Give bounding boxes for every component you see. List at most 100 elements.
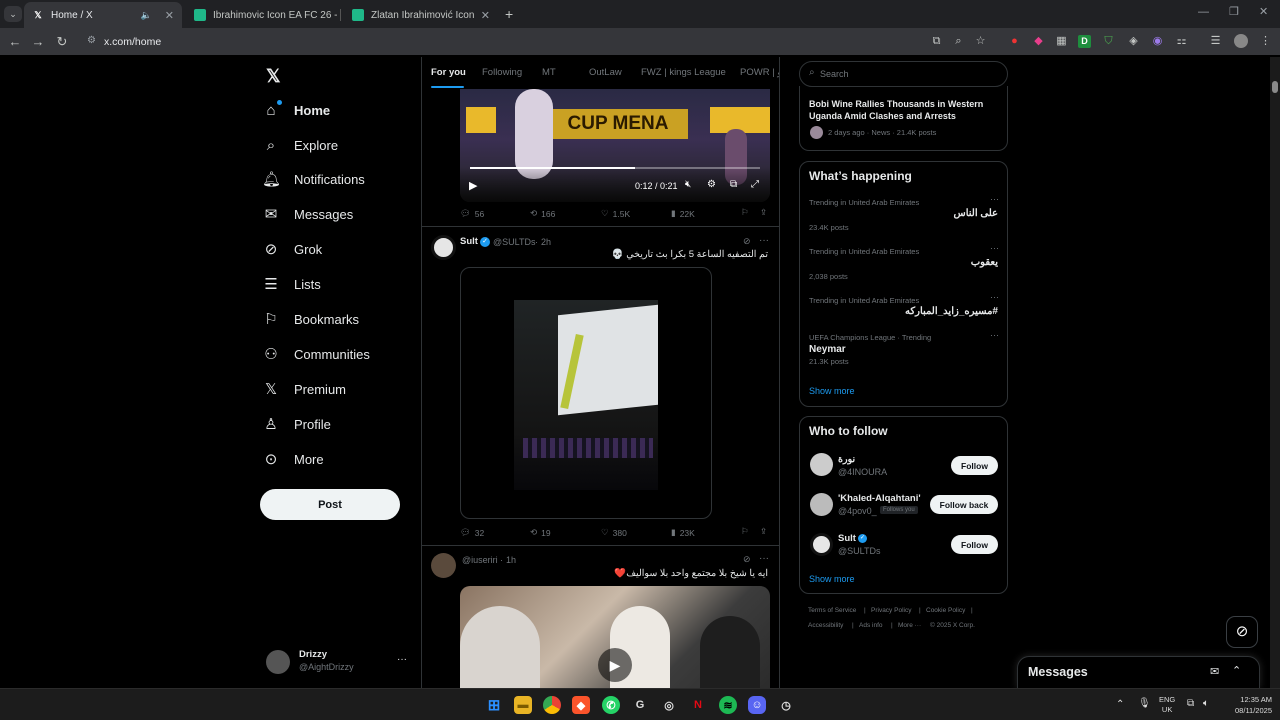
file-explorer-icon[interactable]: ▬ (514, 696, 532, 714)
footer-link[interactable]: Privacy Policy (871, 607, 911, 614)
tab-search-button[interactable]: ⌄ (4, 6, 22, 22)
footer-link[interactable]: Accessibility (808, 622, 843, 629)
like-button[interactable]: ♡ 1.5K (601, 208, 630, 219)
more-dots-icon[interactable]: ··· (990, 330, 999, 340)
brave-icon[interactable]: ◆ (572, 696, 590, 714)
post-video[interactable]: ▶ (460, 586, 770, 688)
author-handle[interactable]: @iuseriri (462, 555, 498, 565)
whatsapp-icon[interactable]: ✆ (602, 696, 620, 714)
footer-link[interactable]: Cookie Policy (926, 607, 965, 614)
settings-icon[interactable]: ⚙ (707, 179, 716, 190)
author-name[interactable]: Sult (460, 236, 478, 247)
tab-mt[interactable]: MT (542, 67, 556, 78)
more-dots-icon[interactable]: ··· (990, 243, 999, 253)
post-video[interactable] (460, 267, 712, 519)
footer-link[interactable]: Ads info (859, 622, 883, 629)
search-box[interactable]: ⌕ Search (799, 61, 1008, 87)
network-icon[interactable]: ⧉ (1187, 698, 1194, 709)
more-dots-icon[interactable]: ··· (759, 235, 769, 246)
new-tab-icon[interactable]: + (505, 6, 513, 22)
reading-list-icon[interactable]: ☰ (1209, 35, 1222, 48)
more-dots-icon[interactable]: ··· (759, 553, 769, 564)
extensions-puzzle-icon[interactable]: ⚏ (1175, 35, 1188, 48)
reply-button[interactable]: 💬︎ 32 (460, 527, 484, 538)
close-tab-icon[interactable]: ✕ (165, 9, 174, 22)
close-window-icon[interactable]: ✕ (1259, 5, 1268, 18)
netflix-icon[interactable]: N (689, 696, 707, 714)
messages-drawer[interactable]: Messages ✉ ⌃ (1017, 656, 1260, 688)
avatar[interactable] (431, 235, 456, 260)
like-button[interactable]: ♡ 380 (601, 527, 627, 538)
extension-eye-icon[interactable]: ◉ (1151, 35, 1164, 48)
extension-pink-icon[interactable]: ◆ (1032, 35, 1045, 48)
trend-item[interactable]: Trending in United Arab Emirates ··· على… (800, 194, 1007, 240)
post-time[interactable]: 1h (506, 555, 516, 565)
more-dots-icon[interactable]: ··· (990, 194, 999, 204)
author-handle[interactable]: @SULTDs (493, 237, 535, 247)
extension-d-icon[interactable]: D (1078, 35, 1091, 48)
expand-icon[interactable]: ⌃ (1232, 664, 1241, 677)
post-time[interactable]: 2h (541, 237, 551, 247)
spotify-icon[interactable]: ≋ (719, 696, 737, 714)
tab-following[interactable]: Following (482, 67, 522, 78)
account-switcher[interactable]: Drizzy @AightDrizzy ··· (266, 648, 412, 676)
pip-icon[interactable]: ⧉ (730, 179, 737, 190)
tab-for-you[interactable]: For you (431, 67, 466, 78)
sidebar-item-premium[interactable]: 𝕏 Premium (262, 372, 346, 406)
tab-futbin-2[interactable]: Zlatan Ibrahimović Icon EA FC 2 ✕ (344, 2, 498, 28)
views-button[interactable]: ▮ 22K (671, 208, 695, 219)
sidebar-item-communities[interactable]: ⚇ Communities (262, 337, 370, 371)
trend-item[interactable]: Trending in United Arab Emirates ··· #مس… (800, 292, 1007, 328)
avatar[interactable] (431, 553, 456, 578)
site-info-icon[interactable]: ⚙ (87, 35, 96, 46)
post-button[interactable]: Post (260, 489, 400, 520)
app-clock-icon[interactable]: ◷ (777, 696, 795, 714)
trend-item[interactable]: UEFA Champions League · Trending ··· Ney… (800, 330, 1007, 370)
clock[interactable]: 12:35 AM 08/11/2025 (1222, 694, 1272, 716)
chrome-icon[interactable] (543, 696, 561, 714)
install-app-icon[interactable]: ⧉ (930, 35, 943, 48)
video-progress-track[interactable] (470, 167, 760, 169)
tab-fwz[interactable]: FWZ | kings League (641, 67, 726, 78)
scrollbar-thumb[interactable] (1272, 81, 1278, 93)
tab-outlaw[interactable]: OutLaw (589, 67, 622, 78)
play-icon[interactable]: ▶ (469, 179, 477, 192)
fullscreen-icon[interactable]: ⤢ (751, 179, 759, 190)
tray-overflow-icon[interactable]: ⌃ (1116, 699, 1124, 710)
tab-home[interactable]: 𝕏 Home / X 🔈 ✕ (24, 2, 182, 28)
profile-avatar-icon[interactable] (1234, 34, 1248, 48)
sidebar-item-notifications[interactable]: 🔔︎ Notifications (262, 162, 365, 196)
x-logo-icon[interactable]: 𝕏 (266, 66, 281, 87)
page-scrollbar[interactable] (1270, 57, 1280, 688)
minimize-icon[interactable]: — (1198, 6, 1209, 18)
footer-link[interactable]: More ··· (898, 622, 921, 629)
video-player[interactable]: CUP MENA ▶ 0:12 / 0:21 🔇︎ ⚙ ⧉ ⤢ (460, 89, 770, 202)
account-name[interactable]: Sult (838, 533, 856, 544)
show-more-link[interactable]: Show more (809, 574, 855, 584)
volume-icon[interactable]: 🔈︎ (1203, 698, 1209, 709)
trend-item[interactable]: Trending in United Arab Emirates ··· يعق… (800, 243, 1007, 289)
forward-icon[interactable]: → (30, 34, 46, 49)
zoom-icon[interactable]: ⌕ (952, 35, 965, 48)
show-more-link[interactable]: Show more (809, 386, 855, 396)
follow-button[interactable]: Follow (951, 456, 998, 475)
extension-shield-icon[interactable]: ⛉ (1102, 35, 1115, 48)
reload-icon[interactable]: ↻ (54, 34, 70, 50)
speaker-icon[interactable]: 🔈 (141, 10, 152, 21)
avatar[interactable] (810, 533, 833, 556)
repost-button[interactable]: ⟲ 19 (530, 527, 551, 538)
extension-diamond-icon[interactable]: ◈ (1127, 35, 1140, 48)
share-icon[interactable]: ⇪ (760, 207, 767, 218)
share-icon[interactable]: ⇪ (760, 526, 767, 537)
grok-icon[interactable]: ⊘ (743, 554, 751, 565)
sidebar-item-grok[interactable]: ⊘ Grok (262, 232, 322, 266)
follow-button[interactable]: Follow (951, 535, 998, 554)
avatar[interactable] (810, 493, 833, 516)
mute-icon[interactable]: 🔇︎ (685, 179, 691, 190)
grok-floating-button[interactable]: ⊘ (1226, 616, 1258, 648)
extension-red-icon[interactable]: ● (1008, 35, 1021, 48)
news-card[interactable]: Bobi Wine Rallies Thousands in Western U… (799, 86, 1008, 151)
views-button[interactable]: ▮ 23K (671, 527, 695, 538)
sidebar-item-explore[interactable]: ⌕ Explore (262, 128, 338, 162)
reply-button[interactable]: 💬︎ 56 (460, 208, 484, 219)
